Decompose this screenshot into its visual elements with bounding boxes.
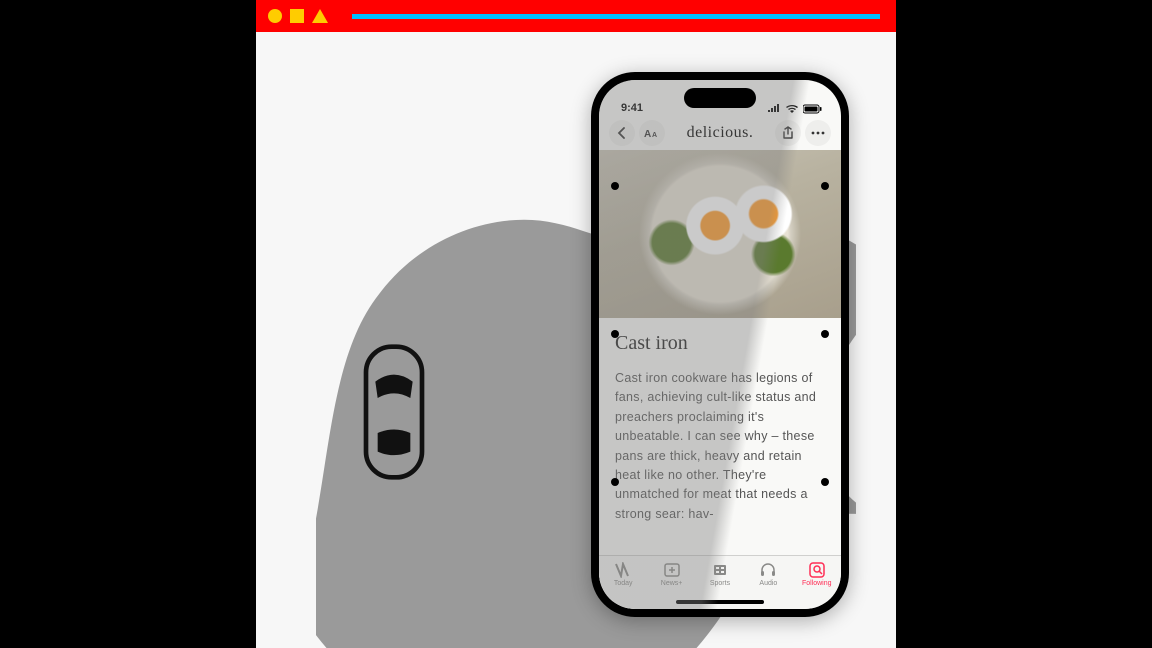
window-control-square-icon[interactable] bbox=[290, 9, 304, 23]
status-time: 9:41 bbox=[621, 102, 643, 114]
article-nav-bar: AA delicious. bbox=[599, 116, 841, 150]
publication-title: delicious. bbox=[687, 124, 754, 142]
share-icon bbox=[782, 126, 794, 140]
svg-text:A: A bbox=[652, 132, 657, 139]
marker-dot bbox=[821, 182, 829, 190]
window-control-circle-icon[interactable] bbox=[268, 9, 282, 23]
share-button[interactable] bbox=[775, 120, 801, 146]
phone-screen: 9:41 AA bbox=[599, 80, 841, 609]
battery-icon bbox=[803, 104, 823, 114]
svg-text:A: A bbox=[644, 129, 651, 139]
tab-newsplus[interactable]: News+ bbox=[649, 561, 695, 587]
tab-label: Audio bbox=[759, 580, 777, 587]
tab-following[interactable]: Following bbox=[794, 561, 840, 587]
tab-today[interactable]: Today bbox=[600, 561, 646, 587]
cellular-signal-icon bbox=[767, 104, 781, 114]
back-button[interactable] bbox=[609, 120, 635, 146]
car-top-icon bbox=[358, 342, 430, 482]
more-button[interactable] bbox=[805, 120, 831, 146]
address-bar-line bbox=[352, 14, 880, 19]
tab-label: Today bbox=[614, 580, 633, 587]
article-hero-image bbox=[599, 150, 841, 318]
tab-sports[interactable]: Sports bbox=[697, 561, 743, 587]
tab-label: Sports bbox=[710, 580, 730, 587]
article-body[interactable]: Cast iron Cast iron cookware has legions… bbox=[599, 318, 841, 524]
following-icon bbox=[807, 561, 827, 579]
today-icon bbox=[613, 561, 633, 579]
browser-titlebar bbox=[256, 0, 896, 32]
tab-audio[interactable]: Audio bbox=[745, 561, 791, 587]
tab-label: News+ bbox=[661, 580, 683, 587]
marker-dot bbox=[611, 182, 619, 190]
chevron-left-icon bbox=[617, 127, 627, 139]
window-control-triangle-icon[interactable] bbox=[312, 9, 328, 23]
browser-frame: 9:41 AA bbox=[256, 0, 896, 648]
page-content: 9:41 AA bbox=[256, 32, 896, 648]
dynamic-island bbox=[684, 88, 756, 108]
newsplus-icon bbox=[662, 561, 682, 579]
ellipsis-icon bbox=[811, 131, 825, 135]
marker-dot bbox=[821, 330, 829, 338]
home-indicator[interactable] bbox=[676, 600, 764, 604]
sports-icon bbox=[710, 561, 730, 579]
iphone-device-frame: 9:41 AA bbox=[591, 72, 849, 617]
marker-dot bbox=[821, 478, 829, 486]
headphones-icon bbox=[758, 561, 778, 579]
tab-label: Following bbox=[802, 580, 832, 587]
article-paragraph: Cast iron cookware has legions of fans, … bbox=[615, 369, 825, 524]
wifi-icon bbox=[785, 104, 799, 114]
text-size-button[interactable]: AA bbox=[639, 120, 665, 146]
article-heading: Cast iron bbox=[615, 332, 825, 355]
marker-dot bbox=[611, 478, 619, 486]
text-size-icon: AA bbox=[644, 127, 660, 139]
marker-dot bbox=[611, 330, 619, 338]
